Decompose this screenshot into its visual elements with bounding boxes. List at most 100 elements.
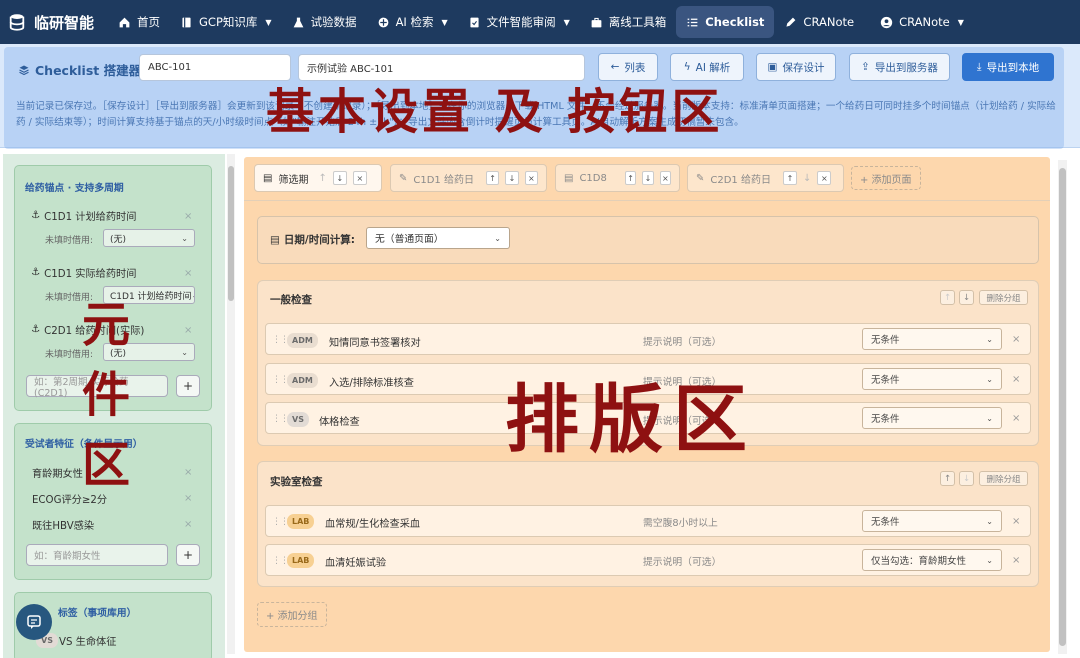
arrow-down-icon[interactable]: ↓ bbox=[803, 173, 811, 184]
database-icon bbox=[9, 14, 25, 31]
nav-user[interactable]: CRANote ▼ bbox=[870, 6, 974, 38]
tab-c2d1[interactable]: ✎ C2D1 给药日 ↑ ↓ × bbox=[687, 164, 844, 192]
delete-group-button[interactable]: 删除分组 bbox=[979, 471, 1028, 486]
layout-overlay-label: 排版区 bbox=[505, 377, 757, 463]
item-name[interactable]: 入选/排除标准核查 bbox=[329, 374, 414, 389]
add-anchor-button[interactable]: + bbox=[176, 375, 200, 397]
item-hint[interactable]: 提示说明（可选） bbox=[643, 334, 721, 348]
remove-item-button[interactable]: × bbox=[1012, 516, 1020, 527]
nav-file-label: 文件智能审阅 bbox=[486, 15, 556, 29]
remove-trait-button[interactable]: × bbox=[184, 493, 192, 504]
group-move-down-button[interactable]: ↓ bbox=[959, 290, 974, 305]
left-scrollbar[interactable] bbox=[227, 154, 235, 654]
arrow-down-icon[interactable]: ↓ bbox=[332, 171, 347, 185]
close-icon[interactable]: × bbox=[352, 171, 367, 185]
export-local-button[interactable]: ⤓ 导出到本地 bbox=[962, 53, 1054, 81]
fallback-value: (无) bbox=[110, 234, 127, 245]
drag-handle-icon[interactable]: ⋮⋮ bbox=[272, 556, 289, 566]
arrow-up-icon[interactable]: ↑ bbox=[485, 171, 500, 185]
remove-trait-button[interactable]: × bbox=[184, 467, 192, 478]
item-hint[interactable]: 需空腹8小时以上 bbox=[643, 515, 718, 529]
anchor-label: C1D1 计划给药时间 bbox=[44, 212, 137, 223]
add-page-button[interactable]: + 添加页面 bbox=[851, 166, 921, 190]
remove-trait-button[interactable]: × bbox=[184, 519, 192, 530]
nav-checklist[interactable]: Checklist bbox=[676, 6, 775, 38]
add-trait-button[interactable]: + bbox=[176, 544, 200, 566]
export-server-button[interactable]: ⇪ 导出到服务器 bbox=[849, 53, 950, 81]
nav-cranote[interactable]: CRANote bbox=[774, 6, 864, 38]
nav-home[interactable]: 首页 bbox=[108, 6, 170, 38]
left-overlay-label: 元件区 bbox=[82, 297, 131, 493]
main-scrollbar[interactable] bbox=[1058, 160, 1067, 654]
tag-badge: VS bbox=[287, 412, 309, 427]
item-name[interactable]: 体格检查 bbox=[319, 413, 360, 428]
nav-gcp-label: GCP知识库 bbox=[199, 15, 258, 29]
add-trait-input[interactable]: 如：育龄期女性 bbox=[26, 544, 168, 566]
condition-select[interactable]: 无条件 ⌄ bbox=[862, 368, 1002, 390]
export-server-label: 导出到服务器 bbox=[874, 61, 938, 74]
save-design-button[interactable]: ▣ 保存设计 bbox=[756, 53, 836, 81]
nav-file-review[interactable]: 文件智能审阅 ▼ bbox=[458, 6, 580, 38]
condition-select[interactable]: 仅当勾选：育龄期女性 ⌄ bbox=[862, 549, 1002, 571]
remove-item-button[interactable]: × bbox=[1012, 334, 1020, 345]
remove-anchor-button[interactable]: × bbox=[184, 268, 192, 279]
arrow-up-icon[interactable]: ↑ bbox=[318, 173, 326, 184]
chevron-down-icon: ⌄ bbox=[494, 233, 501, 243]
trait-item[interactable]: 育龄期女性 bbox=[32, 465, 83, 480]
anchor-item[interactable]: ⚓ C1D1 计划给药时间 bbox=[31, 208, 136, 223]
chat-button[interactable] bbox=[16, 604, 52, 640]
item-name[interactable]: 血清妊娠试验 bbox=[325, 554, 386, 569]
drag-handle-icon[interactable]: ⋮⋮ bbox=[272, 414, 289, 424]
condition-select[interactable]: 无条件 ⌄ bbox=[862, 328, 1002, 350]
date-calc-value: 无（普通页面） bbox=[375, 234, 444, 245]
arrow-up-icon[interactable]: ↑ bbox=[782, 171, 797, 185]
remove-anchor-button[interactable]: × bbox=[184, 211, 192, 222]
note-icon bbox=[786, 17, 796, 27]
tab-c1d8[interactable]: ▤ C1D8 ↑ ↓ × bbox=[555, 164, 680, 192]
brand[interactable]: 临研智能 bbox=[8, 12, 94, 33]
tag-item[interactable]: VS 生命体征 bbox=[59, 633, 116, 648]
arrow-up-icon[interactable]: ↑ bbox=[624, 171, 637, 185]
remove-item-button[interactable]: × bbox=[1012, 413, 1020, 424]
arrow-down-icon[interactable]: ↓ bbox=[505, 171, 519, 185]
scroll-thumb[interactable] bbox=[228, 166, 234, 301]
arrow-down-icon[interactable]: ↓ bbox=[642, 171, 654, 185]
home-icon bbox=[119, 17, 130, 27]
drag-handle-icon[interactable]: ⋮⋮ bbox=[272, 335, 289, 345]
header-overlay-label: 基本设置 及 按钮区 bbox=[266, 84, 724, 140]
tab-c1d1[interactable]: ✎ C1D1 给药日 ↑ ↓ × bbox=[390, 164, 547, 192]
plus-icon: + bbox=[182, 548, 194, 562]
condition-select[interactable]: 无条件 ⌄ bbox=[862, 407, 1002, 429]
chat-icon bbox=[27, 615, 41, 629]
nav-gcp[interactable]: GCP知识库 ▼ bbox=[170, 6, 282, 38]
nav-toolbox[interactable]: 离线工具箱 bbox=[580, 6, 677, 38]
remove-anchor-button[interactable]: × bbox=[184, 325, 192, 336]
anchor-item[interactable]: ⚓ C1D1 实际给药时间 bbox=[31, 265, 136, 280]
nav-ai-search[interactable]: AI 检索 ▼ bbox=[367, 6, 458, 38]
close-icon[interactable]: × bbox=[817, 171, 832, 185]
add-group-button[interactable]: + 添加分组 bbox=[257, 602, 327, 627]
drag-handle-icon[interactable]: ⋮⋮ bbox=[272, 375, 289, 385]
scroll-thumb[interactable] bbox=[1059, 168, 1066, 646]
fallback-select[interactable]: (无) ⌄ bbox=[103, 229, 195, 247]
condition-value: 无条件 bbox=[871, 335, 900, 346]
builder-title-text: Checklist 搭建器 bbox=[35, 63, 142, 78]
condition-select[interactable]: 无条件 ⌄ bbox=[862, 510, 1002, 532]
close-icon[interactable]: × bbox=[659, 171, 671, 185]
delete-group-button[interactable]: 删除分组 bbox=[979, 290, 1028, 305]
tag-badge: LAB bbox=[287, 553, 315, 568]
item-name[interactable]: 知情同意书签署核对 bbox=[329, 334, 421, 349]
nav-trial-data[interactable]: 试验数据 bbox=[282, 6, 367, 38]
group-move-up-button[interactable]: ↑ bbox=[940, 290, 955, 305]
close-icon[interactable]: × bbox=[524, 171, 539, 185]
item-name[interactable]: 血常规/生化检查采血 bbox=[325, 515, 420, 530]
group-move-up-button[interactable]: ↑ bbox=[940, 471, 955, 486]
remove-item-button[interactable]: × bbox=[1012, 555, 1020, 566]
drag-handle-icon[interactable]: ⋮⋮ bbox=[272, 517, 289, 527]
trait-item[interactable]: 既往HBV感染 bbox=[32, 517, 94, 532]
item-hint[interactable]: 提示说明（可选） bbox=[643, 554, 721, 568]
tab-screening[interactable]: ▤ 筛选期 ↑ ↓ × bbox=[254, 164, 382, 192]
remove-item-button[interactable]: × bbox=[1012, 374, 1020, 385]
date-calc-select[interactable]: 无（普通页面） ⌄ bbox=[366, 227, 510, 249]
group-move-down-button[interactable]: ↓ bbox=[959, 471, 974, 486]
